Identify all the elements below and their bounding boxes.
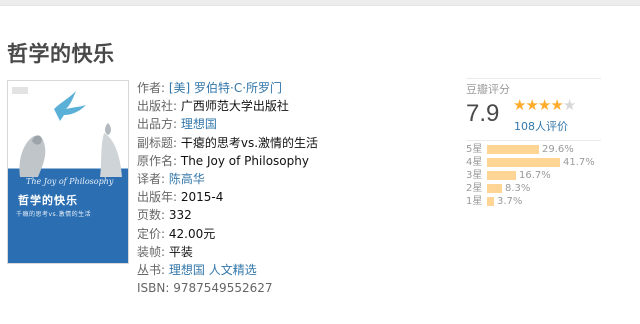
rating-dist-label: 5星 <box>466 144 483 155</box>
rating-dist-row: 3星 16.7% <box>466 169 631 182</box>
info-label: 译者: <box>137 171 166 186</box>
info-producer: 出品方: 理想国 <box>137 115 447 133</box>
info-value: 平装 <box>168 244 193 259</box>
info-original-title: 原作名: The Joy of Philosophy <box>137 152 447 170</box>
info-label: 出版社: <box>137 99 178 114</box>
votes-link[interactable]: 108人评价 <box>514 118 568 134</box>
info-author: 作者: [美] 罗伯特·C·所罗门 <box>137 79 447 97</box>
info-value: 9787549552627 <box>173 281 273 296</box>
cover-subtitle: 千瘾的思考vs.激情的生活 <box>16 211 92 218</box>
rating-dist-percent: 29.6% <box>542 144 574 155</box>
info-label: 作者: <box>137 81 166 95</box>
info-publisher: 出版社: 广西师范大学出版社 <box>137 97 447 115</box>
producer-link[interactable]: 理想国 <box>181 117 217 131</box>
rating-dist-bar <box>487 184 502 193</box>
rating-dist-bar <box>487 197 494 206</box>
rating-dist-row: 2星 8.3% <box>466 182 631 195</box>
info-label: 出品方: <box>137 117 178 132</box>
book-info: 作者: [美] 罗伯特·C·所罗门 出版社: 广西师范大学出版社 出品方: 理想… <box>137 79 447 297</box>
info-label: 装帧: <box>137 244 166 259</box>
info-series: 丛书: 理想国 人文精选 <box>137 261 447 279</box>
info-isbn: ISBN: 9787549552627 <box>137 279 447 297</box>
rating-dist-row: 4星 41.7% <box>466 156 631 169</box>
cover-chinese-title: 哲学的快乐 <box>18 194 78 207</box>
star-filled-icon: ★ <box>537 96 551 114</box>
info-subtitle: 副标题: 干瘪的思考vs.激情的生活 <box>137 134 447 152</box>
info-label: ISBN: <box>137 281 170 296</box>
info-label: 页数: <box>137 208 166 223</box>
info-value: 2015-4 <box>180 190 224 205</box>
info-label: 丛书: <box>137 262 166 277</box>
info-label: 副标题: <box>137 135 178 150</box>
rating-dist-percent: 16.7% <box>519 170 551 181</box>
rating-distribution: 5星 29.6% 4星 41.7% 3星 16.7% 2星 8.3% 1星 3.7% <box>466 143 631 208</box>
series-link[interactable]: 理想国 人文精选 <box>169 263 257 277</box>
divider <box>466 78 601 79</box>
rating-dist-row: 5星 29.6% <box>466 143 631 156</box>
star-filled-icon: ★ <box>513 96 526 114</box>
page-title: 哲学的快乐 <box>7 42 115 66</box>
star-filled-icon: ★ <box>550 96 563 114</box>
info-value: The Joy of Philosophy <box>180 153 309 168</box>
info-pages: 页数: 332 <box>137 206 447 224</box>
star-filled-icon: ★ <box>525 96 538 114</box>
rating-dist-percent: 41.7% <box>563 157 595 168</box>
cover-english-title: The Joy of Philosophy <box>26 177 114 186</box>
rating-dist-percent: 8.3% <box>505 183 531 194</box>
info-price: 定价: 42.00元 <box>137 225 447 243</box>
info-value: 干瘪的思考vs.激情的生活 <box>180 135 319 150</box>
rating-dist-label: 1星 <box>466 196 483 207</box>
rating-dist-bar <box>487 171 516 180</box>
cover-illustration <box>12 87 122 177</box>
divider <box>466 140 601 141</box>
info-value: 广西师范大学出版社 <box>180 99 289 114</box>
star-empty-icon: ★ <box>562 96 576 114</box>
rating-dist-bar <box>487 145 539 154</box>
author-link[interactable]: [美] 罗伯特·C·所罗门 <box>169 81 282 95</box>
info-label: 原作名: <box>137 153 178 168</box>
info-label: 出版年: <box>137 190 178 205</box>
rating-dist-label: 3星 <box>466 170 483 181</box>
top-nav-strip <box>0 0 640 6</box>
info-value: 42.00元 <box>168 226 216 241</box>
info-binding: 装帧: 平装 <box>137 243 447 261</box>
translator-link[interactable]: 陈高华 <box>169 172 205 186</box>
rating-dist-row: 1星 3.7% <box>466 195 631 208</box>
rating-dist-percent: 3.7% <box>497 196 523 207</box>
rating-dist-bar <box>487 158 560 167</box>
star-rating: ★★★★★ <box>513 96 576 114</box>
rating-score: 7.9 <box>466 100 500 127</box>
info-value: 332 <box>168 208 192 223</box>
rating-dist-label: 4星 <box>466 157 483 168</box>
info-label: 定价: <box>137 226 166 241</box>
book-cover-image[interactable]: The Joy of Philosophy 哲学的快乐 千瘾的思考vs.激情的生… <box>7 80 129 264</box>
info-pub-year: 出版年: 2015-4 <box>137 188 447 206</box>
info-translator: 译者: 陈高华 <box>137 170 447 188</box>
rating-dist-label: 2星 <box>466 183 483 194</box>
rating-header: 豆瓣评分 <box>466 83 510 96</box>
